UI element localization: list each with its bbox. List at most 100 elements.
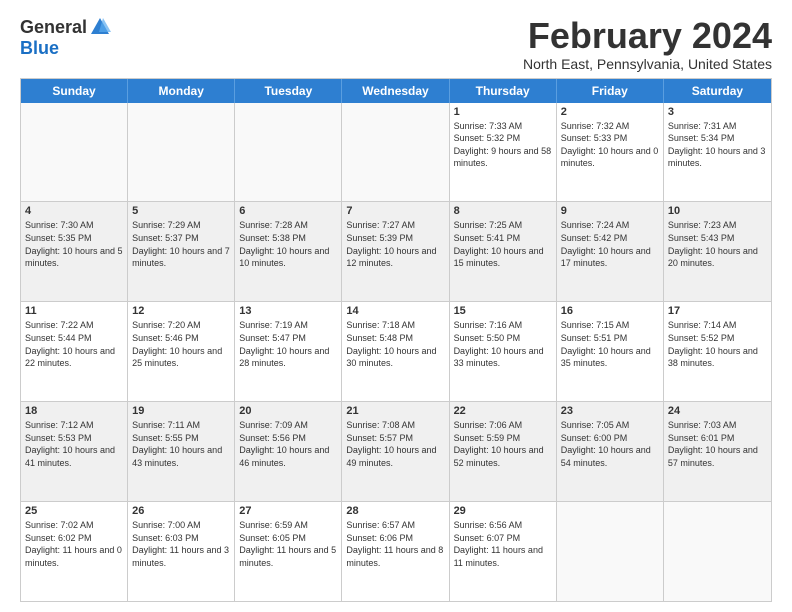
day-info: Sunrise: 7:28 AMSunset: 5:38 PMDaylight:… [239, 219, 337, 269]
day-number: 18 [25, 405, 123, 417]
day-info: Sunrise: 7:16 AMSunset: 5:50 PMDaylight:… [454, 319, 552, 369]
day-info: Sunrise: 7:05 AMSunset: 6:00 PMDaylight:… [561, 419, 659, 469]
calendar-cell-w4-d3: 28 Sunrise: 6:57 AMSunset: 6:06 PMDayligh… [342, 502, 449, 601]
day-info: Sunrise: 7:27 AMSunset: 5:39 PMDaylight:… [346, 219, 444, 269]
day-number: 14 [346, 305, 444, 317]
day-info: Sunrise: 7:20 AMSunset: 5:46 PMDaylight:… [132, 319, 230, 369]
calendar-cell-w2-d0: 11 Sunrise: 7:22 AMSunset: 5:44 PMDayligh… [21, 302, 128, 401]
day-info: Sunrise: 7:22 AMSunset: 5:44 PMDaylight:… [25, 319, 123, 369]
day-number: 9 [561, 205, 659, 217]
logo-general-text: General [20, 17, 87, 38]
subtitle: North East, Pennsylvania, United States [523, 56, 772, 72]
calendar-cell-w0-d4: 1 Sunrise: 7:33 AMSunset: 5:32 PMDaylight… [450, 103, 557, 202]
day-number: 27 [239, 505, 337, 517]
day-number: 11 [25, 305, 123, 317]
header-day-sunday: Sunday [21, 79, 128, 103]
calendar-cell-w1-d5: 9 Sunrise: 7:24 AMSunset: 5:42 PMDaylight… [557, 202, 664, 301]
calendar-cell-w3-d0: 18 Sunrise: 7:12 AMSunset: 5:53 PMDayligh… [21, 402, 128, 501]
calendar-cell-w2-d1: 12 Sunrise: 7:20 AMSunset: 5:46 PMDayligh… [128, 302, 235, 401]
calendar-cell-w0-d6: 3Sunrise: 7:31 AMSunset: 5:34 PMDaylight… [664, 103, 771, 202]
day-info: Sunrise: 7:33 AMSunset: 5:32 PMDaylight:… [454, 120, 552, 170]
day-info: Sunrise: 7:23 AMSunset: 5:43 PMDaylight:… [668, 219, 767, 269]
day-info: Sunrise: 7:25 AMSunset: 5:41 PMDaylight:… [454, 219, 552, 269]
calendar-cell-w1-d1: 5Sunrise: 7:29 AMSunset: 5:37 PMDaylight… [128, 202, 235, 301]
calendar-cell-w0-d1 [128, 103, 235, 202]
calendar-cell-w2-d5: 16Sunrise: 7:15 AMSunset: 5:51 PMDayligh… [557, 302, 664, 401]
day-info: Sunrise: 7:06 AMSunset: 5:59 PMDaylight:… [454, 419, 552, 469]
header-day-tuesday: Tuesday [235, 79, 342, 103]
day-info: Sunrise: 7:08 AMSunset: 5:57 PMDaylight:… [346, 419, 444, 469]
calendar-header: SundayMondayTuesdayWednesdayThursdayFrid… [21, 79, 771, 103]
calendar-cell-w2-d4: 15 Sunrise: 7:16 AMSunset: 5:50 PMDayligh… [450, 302, 557, 401]
day-info: Sunrise: 7:18 AMSunset: 5:48 PMDaylight:… [346, 319, 444, 369]
calendar-cell-w3-d1: 19 Sunrise: 7:11 AMSunset: 5:55 PMDayligh… [128, 402, 235, 501]
calendar-cell-w3-d4: 22Sunrise: 7:06 AMSunset: 5:59 PMDayligh… [450, 402, 557, 501]
calendar-row-2: 11 Sunrise: 7:22 AMSunset: 5:44 PMDayligh… [21, 301, 771, 401]
header-day-friday: Friday [557, 79, 664, 103]
calendar-cell-w2-d6: 17 Sunrise: 7:14 AMSunset: 5:52 PMDayligh… [664, 302, 771, 401]
calendar-cell-w3-d3: 21 Sunrise: 7:08 AMSunset: 5:57 PMDayligh… [342, 402, 449, 501]
day-number: 8 [454, 205, 552, 217]
day-info: Sunrise: 6:59 AMSunset: 6:05 PMDaylight:… [239, 519, 337, 569]
calendar-row-1: 4Sunrise: 7:30 AMSunset: 5:35 PMDaylight… [21, 201, 771, 301]
day-number: 6 [239, 205, 337, 217]
calendar: SundayMondayTuesdayWednesdayThursdayFrid… [20, 78, 772, 602]
day-info: Sunrise: 7:11 AMSunset: 5:55 PMDaylight:… [132, 419, 230, 469]
day-number: 26 [132, 505, 230, 517]
day-number: 29 [454, 505, 552, 517]
day-info: Sunrise: 7:09 AMSunset: 5:56 PMDaylight:… [239, 419, 337, 469]
calendar-cell-w1-d3: 7 Sunrise: 7:27 AMSunset: 5:39 PMDaylight… [342, 202, 449, 301]
calendar-cell-w2-d3: 14 Sunrise: 7:18 AMSunset: 5:48 PMDayligh… [342, 302, 449, 401]
calendar-cell-w4-d2: 27 Sunrise: 6:59 AMSunset: 6:05 PMDayligh… [235, 502, 342, 601]
calendar-cell-w3-d2: 20 Sunrise: 7:09 AMSunset: 5:56 PMDayligh… [235, 402, 342, 501]
day-number: 1 [454, 106, 552, 118]
day-info: Sunrise: 7:15 AMSunset: 5:51 PMDaylight:… [561, 319, 659, 369]
day-number: 3 [668, 106, 767, 118]
calendar-cell-w0-d3 [342, 103, 449, 202]
calendar-row-0: 1 Sunrise: 7:33 AMSunset: 5:32 PMDaylight… [21, 103, 771, 202]
day-number: 10 [668, 205, 767, 217]
calendar-cell-w1-d0: 4Sunrise: 7:30 AMSunset: 5:35 PMDaylight… [21, 202, 128, 301]
calendar-cell-w0-d0 [21, 103, 128, 202]
day-info: Sunrise: 7:12 AMSunset: 5:53 PMDaylight:… [25, 419, 123, 469]
header-day-monday: Monday [128, 79, 235, 103]
logo-icon [89, 16, 111, 38]
day-number: 7 [346, 205, 444, 217]
page: General Blue February 2024 North East, P… [0, 0, 792, 612]
day-number: 23 [561, 405, 659, 417]
day-info: Sunrise: 7:29 AMSunset: 5:37 PMDaylight:… [132, 219, 230, 269]
day-info: Sunrise: 7:30 AMSunset: 5:35 PMDaylight:… [25, 219, 123, 269]
day-number: 17 [668, 305, 767, 317]
header-day-saturday: Saturday [664, 79, 771, 103]
day-number: 20 [239, 405, 337, 417]
day-number: 21 [346, 405, 444, 417]
header-day-wednesday: Wednesday [342, 79, 449, 103]
day-info: Sunrise: 6:57 AMSunset: 6:06 PMDaylight:… [346, 519, 444, 569]
day-number: 28 [346, 505, 444, 517]
day-number: 24 [668, 405, 767, 417]
day-number: 15 [454, 305, 552, 317]
day-info: Sunrise: 7:19 AMSunset: 5:47 PMDaylight:… [239, 319, 337, 369]
calendar-cell-w3-d5: 23 Sunrise: 7:05 AMSunset: 6:00 PMDayligh… [557, 402, 664, 501]
calendar-cell-w1-d6: 10 Sunrise: 7:23 AMSunset: 5:43 PMDayligh… [664, 202, 771, 301]
day-number: 25 [25, 505, 123, 517]
logo-blue-text: Blue [20, 38, 59, 59]
calendar-cell-w4-d4: 29Sunrise: 6:56 AMSunset: 6:07 PMDayligh… [450, 502, 557, 601]
day-info: Sunrise: 7:00 AMSunset: 6:03 PMDaylight:… [132, 519, 230, 569]
header: General Blue February 2024 North East, P… [20, 16, 772, 72]
calendar-cell-w4-d5 [557, 502, 664, 601]
day-number: 12 [132, 305, 230, 317]
title-block: February 2024 North East, Pennsylvania, … [523, 16, 772, 72]
day-number: 2 [561, 106, 659, 118]
calendar-row-3: 18 Sunrise: 7:12 AMSunset: 5:53 PMDayligh… [21, 401, 771, 501]
day-info: Sunrise: 7:02 AMSunset: 6:02 PMDaylight:… [25, 519, 123, 569]
day-info: Sunrise: 7:14 AMSunset: 5:52 PMDaylight:… [668, 319, 767, 369]
calendar-cell-w4-d0: 25 Sunrise: 7:02 AMSunset: 6:02 PMDayligh… [21, 502, 128, 601]
day-number: 19 [132, 405, 230, 417]
day-info: Sunrise: 7:24 AMSunset: 5:42 PMDaylight:… [561, 219, 659, 269]
calendar-cell-w1-d4: 8 Sunrise: 7:25 AMSunset: 5:41 PMDaylight… [450, 202, 557, 301]
header-day-thursday: Thursday [450, 79, 557, 103]
day-info: Sunrise: 7:03 AMSunset: 6:01 PMDaylight:… [668, 419, 767, 469]
logo: General Blue [20, 16, 111, 59]
calendar-body: 1 Sunrise: 7:33 AMSunset: 5:32 PMDaylight… [21, 103, 771, 601]
